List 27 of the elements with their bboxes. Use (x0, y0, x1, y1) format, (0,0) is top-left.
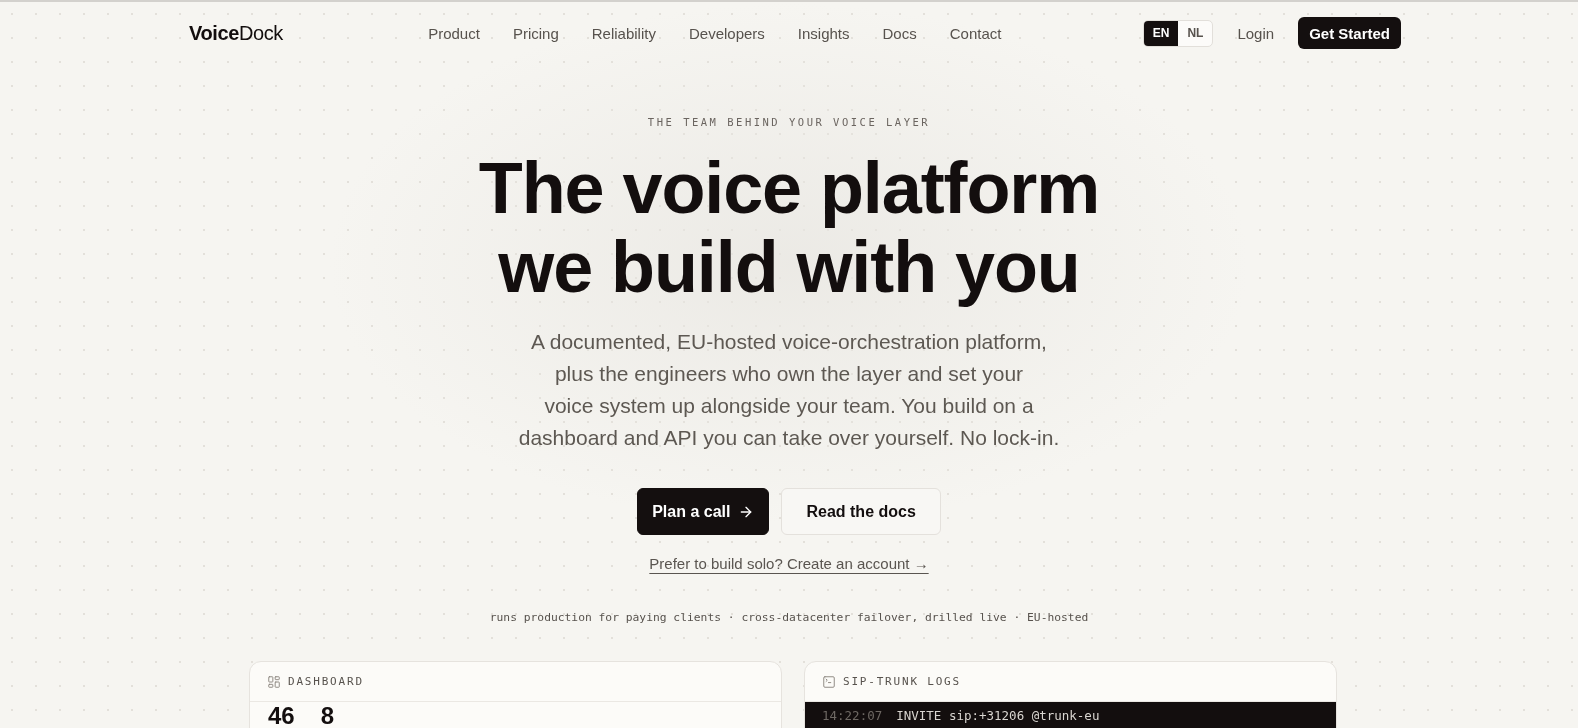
stat-value: 8 (320, 705, 335, 727)
nav-link[interactable]: Docs (882, 24, 917, 42)
eyebrow-text: THE TEAM BEHIND YOUR VOICE LAYER (647, 115, 931, 129)
stat-value: 46 (268, 705, 295, 727)
nav-link[interactable]: Insights (797, 24, 850, 42)
language-option[interactable]: EN (1143, 20, 1179, 46)
log-time: 14:22:07 (822, 708, 883, 724)
headline: The voice platform we build with you (477, 149, 1101, 307)
terminal-icon (822, 674, 836, 689)
log-message: INVITE sip:+31206 @trunk-eu (896, 708, 1100, 724)
logo[interactable]: VoiceDock (189, 21, 283, 45)
login-link[interactable]: Login (1237, 24, 1275, 42)
description: A documented, EU-hosted voice-orchestration platform, plus the engineers who own the layer and set your voice system up alongside your team. You build on a dashboard and API you can take over yourself. No lock-in. (517, 329, 1061, 451)
nav-link[interactable]: Product (428, 24, 480, 42)
get-started-button[interactable]: Get Started (1298, 17, 1401, 49)
create-account-link[interactable]: Prefer to build solo? Create an account → (649, 554, 929, 574)
card-title: SIP-TRUNK LOGS (843, 675, 961, 688)
proof-line: runs production for paying clients · cross-datacenter failover, drilled live · EU-hosted (489, 610, 1089, 626)
dashboard-icon (267, 674, 281, 689)
language-option[interactable]: NL (1178, 20, 1213, 46)
nav-link[interactable]: Contact (949, 24, 1002, 42)
card-title: DASHBOARD (288, 675, 364, 688)
plan-call-button[interactable]: Plan a call (637, 488, 770, 535)
nav-link[interactable]: Pricing (512, 24, 559, 42)
nav-link[interactable]: Reliability (591, 24, 656, 42)
docs-button[interactable]: Read the docs (781, 488, 941, 535)
nav-link[interactable]: Developers (688, 24, 765, 42)
